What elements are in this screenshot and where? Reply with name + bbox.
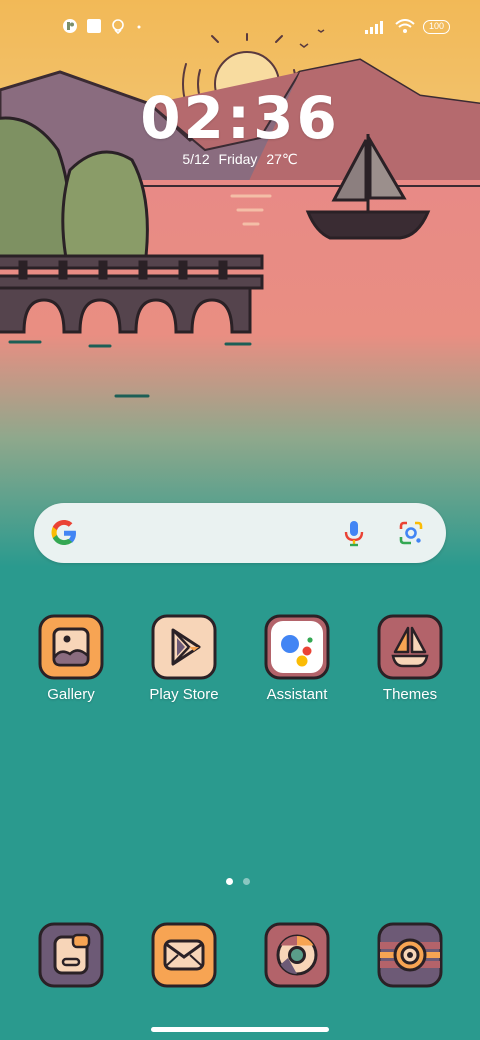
play-store-icon <box>151 614 217 680</box>
page-indicator <box>226 878 250 885</box>
microphone-icon[interactable] <box>342 519 366 547</box>
temperature-text: 27℃ <box>266 151 298 167</box>
messages-icon <box>151 922 217 988</box>
dock-phone[interactable] <box>21 922 121 988</box>
battery-indicator: 100 <box>422 19 450 34</box>
date-text: 5/12 <box>182 151 210 167</box>
app-label: Gallery <box>47 686 95 703</box>
wifi-icon <box>395 19 415 33</box>
google-search-bar[interactable] <box>34 503 446 563</box>
app-notification-icon <box>63 19 77 33</box>
status-bar: 100 <box>0 0 480 56</box>
google-logo-icon <box>51 520 76 545</box>
clock-time[interactable]: 02:36 <box>0 84 480 152</box>
app-label: Assistant <box>266 686 328 703</box>
home-gesture-bar[interactable] <box>151 1027 329 1032</box>
signal-icon <box>364 20 383 34</box>
google-lens-icon[interactable] <box>398 520 424 546</box>
dock-chrome[interactable] <box>247 922 347 988</box>
system-icons: 100 <box>364 19 450 34</box>
dot-icon <box>137 25 141 29</box>
date-weather-line[interactable]: 5/12 Friday 27℃ <box>0 151 480 168</box>
weekday-text: Friday <box>218 151 258 167</box>
app-themes[interactable]: Themes <box>360 614 460 703</box>
page-dot <box>243 878 250 885</box>
app-assistant[interactable]: Assistant <box>247 614 347 703</box>
notification-icons <box>62 18 144 34</box>
dock-camera[interactable] <box>360 922 460 988</box>
app-label: Play Store <box>149 686 219 703</box>
app-label: Themes <box>382 686 438 703</box>
location-icon <box>112 19 124 34</box>
camera-icon <box>377 922 443 988</box>
gallery-icon <box>38 614 104 680</box>
assistant-icon <box>264 614 330 680</box>
dock-messages[interactable] <box>134 922 234 988</box>
app-gallery[interactable]: Gallery <box>21 614 121 703</box>
phone-icon <box>38 922 104 988</box>
square-notification-icon <box>87 19 101 33</box>
app-play-store[interactable]: Play Store <box>134 614 234 703</box>
themes-icon <box>377 614 443 680</box>
chrome-icon <box>264 922 330 988</box>
page-dot-active <box>226 878 233 885</box>
